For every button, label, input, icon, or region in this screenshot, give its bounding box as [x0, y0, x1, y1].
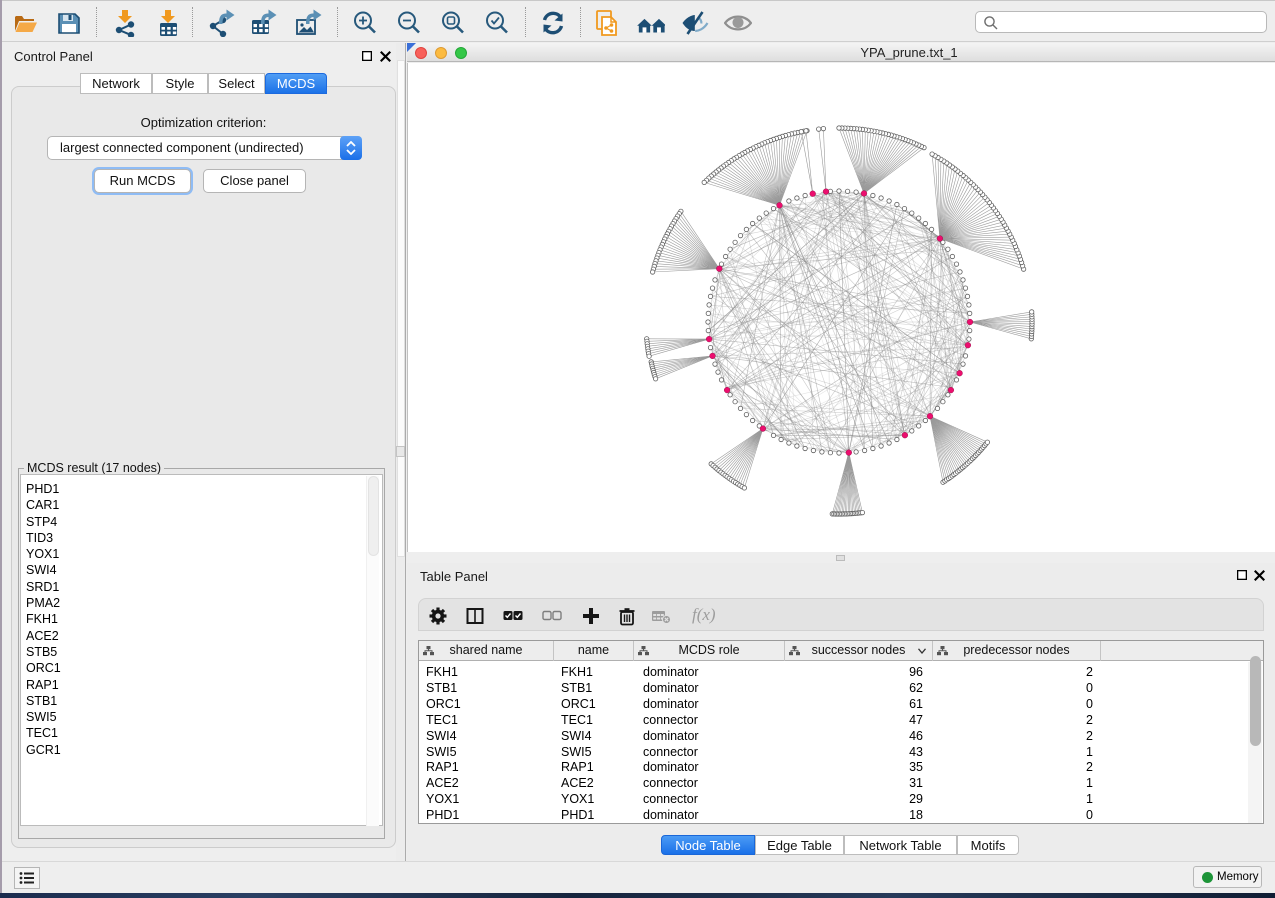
svg-text:f(x): f(x): [692, 605, 716, 624]
